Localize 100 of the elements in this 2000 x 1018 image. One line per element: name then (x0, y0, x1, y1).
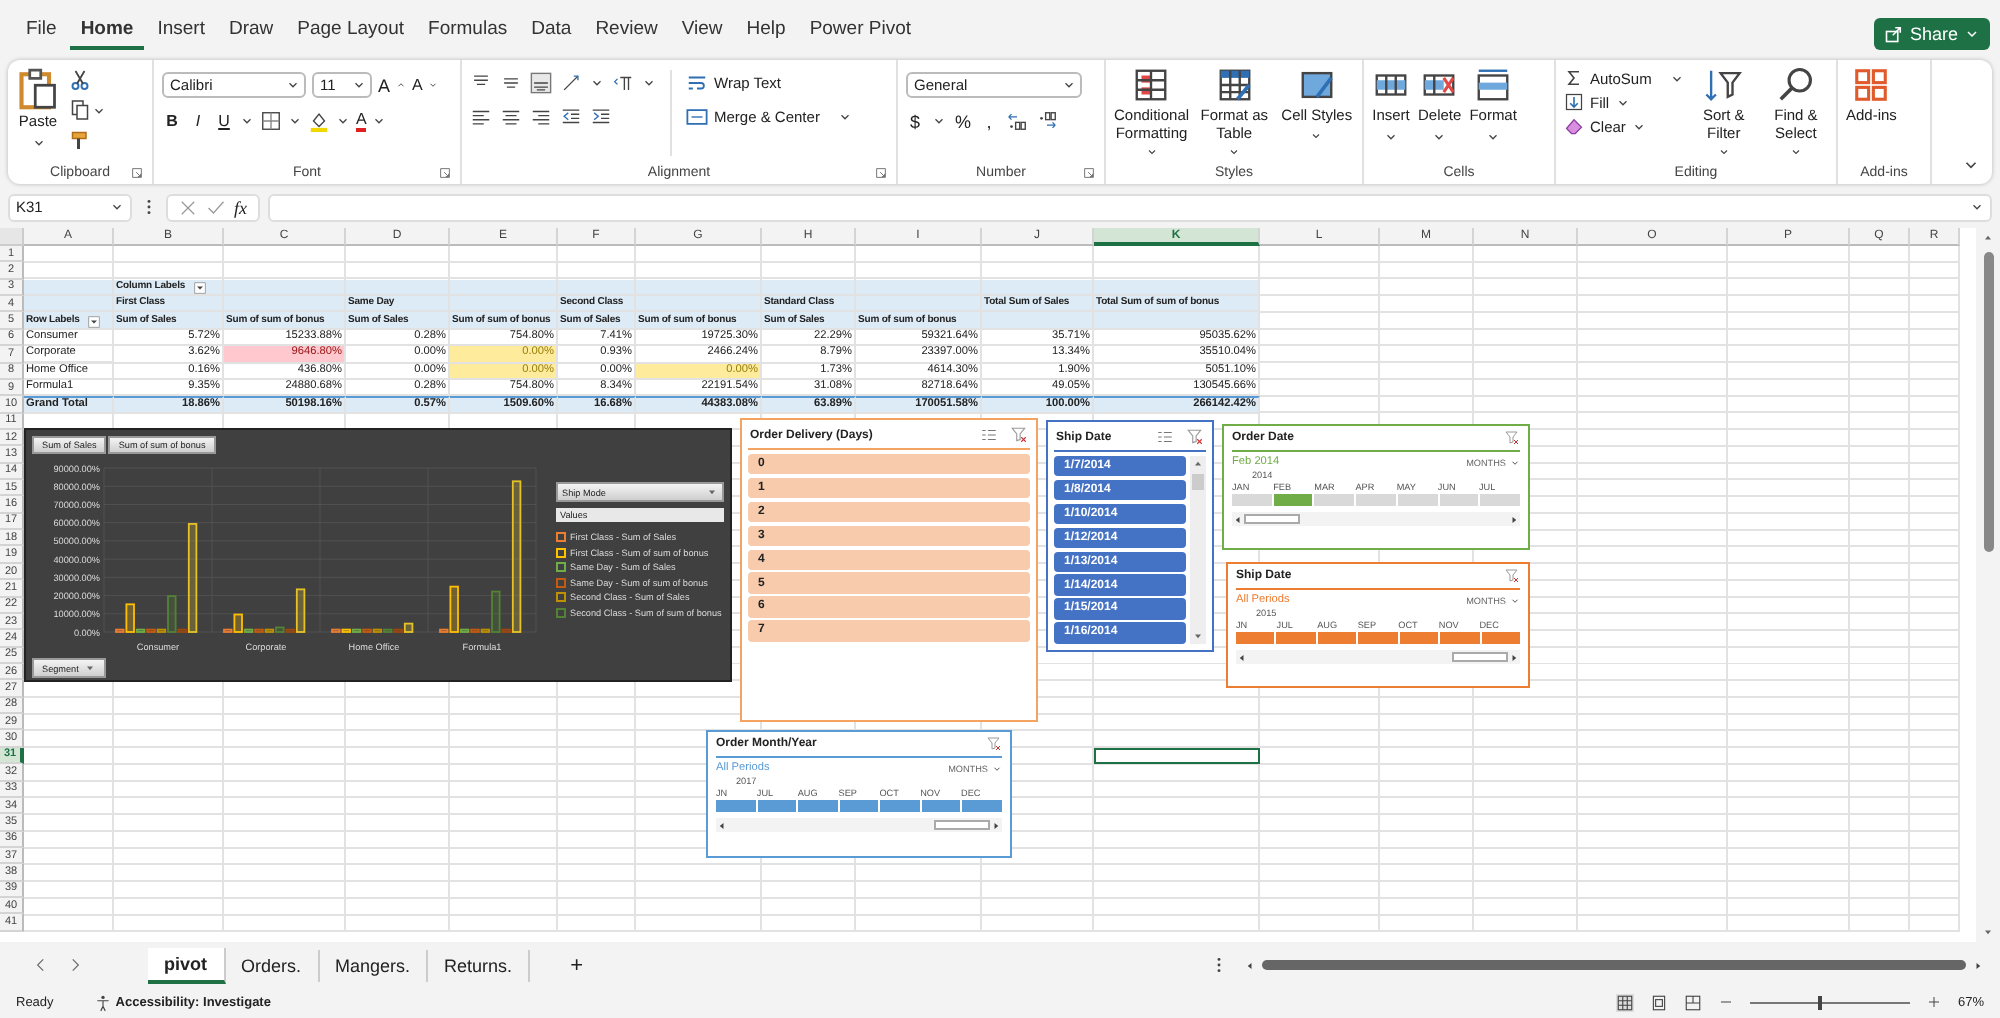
menu-tab[interactable]: File (16, 14, 67, 50)
share-button[interactable]: Share (1873, 17, 1990, 49)
scroll-right-icon[interactable] (1508, 513, 1520, 525)
menu-tab[interactable]: Draw (218, 14, 284, 50)
comma-button[interactable]: , (980, 111, 998, 131)
sheet-tab[interactable]: Returns. (428, 949, 531, 981)
caret-icon[interactable] (1970, 200, 1984, 214)
bold-button[interactable]: B (162, 112, 182, 130)
normal-view-icon[interactable] (1615, 993, 1634, 1011)
menu-tab[interactable]: Data (521, 14, 582, 50)
vertical-scrollbar[interactable] (1190, 456, 1206, 644)
scissors-icon[interactable] (68, 68, 92, 92)
scroll-up-icon[interactable] (1982, 232, 1994, 244)
increase-decimal-icon[interactable] (1006, 110, 1028, 132)
menu-tab[interactable]: Home (70, 14, 144, 50)
timeline-period[interactable] (1317, 632, 1357, 644)
align-bottom-icon[interactable] (530, 72, 552, 94)
timeline-period[interactable] (757, 800, 797, 812)
filter-dropdown-icon[interactable] (87, 315, 100, 328)
align-right-icon[interactable] (530, 106, 552, 128)
scroll-left-icon[interactable] (1232, 513, 1244, 525)
menu-tab[interactable]: Power Pivot (799, 14, 921, 50)
sheet-tab[interactable]: Mangers. (319, 949, 429, 981)
formula-input[interactable] (267, 193, 1992, 221)
enter-icon[interactable] (206, 197, 226, 217)
scroll-thumb[interactable] (934, 820, 990, 830)
menu-tab[interactable]: View (671, 14, 733, 50)
scroll-right-icon[interactable] (990, 819, 1002, 831)
decrease-indent-icon[interactable] (560, 106, 582, 128)
underline-button[interactable]: U (214, 112, 234, 130)
align-middle-icon[interactable] (500, 72, 522, 94)
insert-function-button[interactable]: fx (234, 197, 247, 217)
scroll-up-icon[interactable] (1192, 458, 1204, 470)
scroll-thumb[interactable] (1452, 652, 1508, 662)
clear-filter-icon[interactable] (1010, 426, 1028, 444)
clear-filter-icon[interactable] (1504, 430, 1520, 446)
new-sheet-button[interactable]: + (570, 953, 583, 977)
clear-filter-icon[interactable] (1504, 568, 1520, 584)
multi-select-icon[interactable] (980, 426, 998, 444)
menu-tab[interactable]: Page Layout (287, 14, 415, 50)
horizontal-scrollbar[interactable] (1232, 512, 1520, 526)
caret-icon[interactable] (372, 114, 387, 128)
font-color-button[interactable]: A (356, 110, 367, 132)
timeline-period[interactable] (1273, 494, 1313, 506)
caret-icon[interactable] (336, 114, 350, 128)
cancel-icon[interactable] (178, 197, 198, 217)
horizontal-scrollbar[interactable] (1236, 650, 1520, 664)
timeline-period[interactable] (921, 800, 961, 812)
italic-button[interactable]: I (188, 112, 208, 130)
page-break-icon[interactable] (1683, 993, 1702, 1011)
grow-font-button[interactable]: A (378, 75, 407, 95)
brush-icon[interactable] (68, 128, 92, 152)
dialog-launcher-icon[interactable] (1082, 165, 1096, 179)
menu-tab[interactable]: Insert (147, 14, 215, 50)
page-layout-icon[interactable] (1649, 993, 1668, 1011)
menu-tab[interactable]: Formulas (418, 14, 518, 50)
caret-icon[interactable] (642, 76, 656, 90)
sheet-tab[interactable]: pivot (148, 947, 225, 983)
horizontal-scrollbar[interactable] (716, 818, 1002, 832)
borders-icon[interactable] (260, 110, 282, 132)
scroll-thumb[interactable] (1983, 252, 1993, 552)
caret-icon[interactable] (590, 76, 604, 90)
menu-tab[interactable]: Help (736, 14, 796, 50)
scroll-down-icon[interactable] (1982, 926, 1994, 938)
filter-dropdown-icon[interactable] (193, 282, 206, 295)
align-left-icon[interactable] (470, 106, 492, 128)
caret-icon[interactable] (240, 114, 254, 128)
caret-icon[interactable] (92, 103, 106, 117)
caret-icon[interactable] (288, 114, 302, 128)
fill-color-icon[interactable] (308, 110, 330, 132)
sheet-tab[interactable]: Orders. (225, 949, 320, 981)
percent-button[interactable]: % (954, 111, 972, 131)
scroll-right-icon[interactable] (1508, 651, 1520, 663)
scroll-thumb[interactable] (1262, 960, 1966, 970)
vertical-scrollbar[interactable] (1976, 228, 2000, 942)
dialog-launcher-icon[interactable] (130, 165, 144, 179)
selected-cell[interactable] (1094, 747, 1260, 765)
caret-icon[interactable] (932, 114, 946, 128)
increase-indent-icon[interactable] (590, 106, 612, 128)
copy-icon[interactable] (68, 98, 92, 122)
scroll-thumb[interactable] (1244, 514, 1300, 524)
timeline-period[interactable] (1399, 632, 1439, 644)
currency-button[interactable]: $ (906, 111, 924, 131)
multi-select-icon[interactable] (1156, 428, 1174, 446)
orientation-icon[interactable] (560, 72, 582, 94)
clear-filter-icon[interactable] (986, 736, 1002, 752)
text-direction-icon[interactable] (612, 72, 634, 94)
scroll-left-icon[interactable] (716, 819, 728, 831)
scroll-left-icon[interactable] (1244, 959, 1256, 971)
decrease-decimal-icon[interactable] (1036, 110, 1058, 132)
scroll-left-icon[interactable] (1236, 651, 1248, 663)
horizontal-scrollbar[interactable] (1244, 956, 1984, 974)
dialog-launcher-icon[interactable] (438, 165, 452, 179)
scroll-thumb[interactable] (1192, 474, 1204, 490)
menu-tab[interactable]: Review (585, 14, 668, 50)
dialog-launcher-icon[interactable] (874, 165, 888, 179)
clear-filter-icon[interactable] (1186, 428, 1204, 446)
scroll-down-icon[interactable] (1192, 629, 1204, 642)
timeline-period[interactable] (839, 800, 879, 812)
scroll-right-icon[interactable] (1972, 959, 1984, 971)
